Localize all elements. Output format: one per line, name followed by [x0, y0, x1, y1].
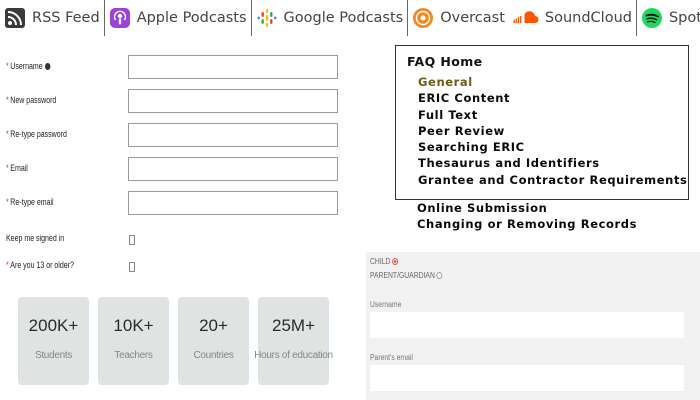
google-podcasts-label: Google Podcasts [283, 10, 404, 26]
role-option-parent[interactable]: PARENT/GUARDIAN [370, 271, 443, 280]
parent-email-label: Parent's email [370, 353, 413, 362]
age-check-label: * Are you 13 or older? [6, 260, 74, 270]
retype-password-field[interactable] [128, 123, 338, 147]
keep-signed-in-label: Keep me signed in [6, 233, 65, 243]
new-password-field[interactable] [128, 89, 338, 113]
stat-value: 200K+ [28, 315, 79, 335]
faq-item-peer-review[interactable]: Peer Review [418, 123, 688, 139]
parent-email-field[interactable] [370, 365, 684, 391]
soundcloud-link[interactable]: SoundCloud [509, 0, 636, 36]
faq-home-link[interactable]: FAQ Home [407, 54, 483, 69]
apple-podcasts-label: Apple Podcasts [136, 10, 247, 26]
radio-unselected-icon[interactable] [436, 272, 443, 280]
stat-value: 20+ [199, 315, 228, 335]
apple-podcasts-icon [109, 7, 131, 29]
child-signup-panel: CHILD PARENT/GUARDIAN Username Parent's … [366, 252, 700, 400]
role-option-child[interactable]: CHILD [370, 257, 399, 266]
soundcloud-icon [513, 7, 539, 29]
faq-item-full-text[interactable]: Full Text [418, 107, 688, 123]
retype-email-field[interactable] [128, 191, 338, 215]
rss-icon [4, 7, 26, 29]
faq-item-grantee-requirements[interactable]: Grantee and Contractor Requirements [418, 172, 688, 188]
keep-signed-in-checkbox[interactable] [129, 235, 135, 245]
new-password-label: * New password [6, 95, 57, 105]
stat-value: 25M+ [272, 315, 315, 335]
faq-item-thesaurus[interactable]: Thesaurus and Identifiers [418, 155, 688, 171]
spotify-link[interactable]: Spotify [635, 0, 700, 36]
stat-caption: Teachers [114, 349, 153, 361]
role-option-label: PARENT/GUARDIAN [370, 271, 435, 280]
child-username-field[interactable] [370, 312, 684, 338]
overcast-link[interactable]: Overcast [407, 0, 509, 36]
faq-overflow-list: Online Submission Changing or Removing R… [417, 200, 687, 233]
retype-email-label: * Re-type email [6, 197, 54, 207]
stat-caption: Countries [193, 349, 234, 361]
faq-item-general[interactable]: General [418, 74, 688, 90]
spotify-icon [641, 7, 663, 29]
faq-item-searching-eric[interactable]: Searching ERIC [418, 139, 688, 155]
help-icon[interactable] [44, 63, 51, 71]
stat-tile-hours: 25M+ Hours of education [254, 297, 333, 385]
google-podcasts-icon [256, 7, 278, 29]
soundcloud-label: SoundCloud [544, 10, 632, 26]
stat-tile-countries: 20+ Countries [178, 297, 249, 385]
faq-list: General ERIC Content Full Text Peer Revi… [418, 74, 688, 188]
spotify-label: Spotify [668, 10, 700, 26]
email-field[interactable] [128, 157, 338, 181]
stat-caption: Students [34, 349, 73, 361]
username-field[interactable] [128, 55, 338, 79]
faq-item-eric-content[interactable]: ERIC Content [418, 90, 688, 106]
faq-menu: FAQ Home General ERIC Content Full Text … [395, 45, 689, 200]
role-option-label: CHILD [370, 257, 391, 266]
email-label: * Email [6, 163, 28, 173]
rss-feed-label: RSS Feed [32, 10, 100, 26]
stat-value: 10K+ [113, 315, 154, 335]
stat-caption: Hours of education [254, 349, 333, 361]
google-podcasts-link[interactable]: Google Podcasts [250, 0, 408, 36]
radio-selected-icon[interactable] [392, 258, 399, 266]
rss-feed-link[interactable]: RSS Feed [0, 0, 104, 36]
overcast-icon [412, 7, 434, 29]
apple-podcasts-link[interactable]: Apple Podcasts [103, 0, 251, 36]
stats-tiles: 200K+ Students 10K+ Teachers 20+ Countri… [18, 297, 333, 385]
faq-item-online-submission[interactable]: Online Submission [417, 200, 687, 216]
child-username-label: Username [370, 300, 402, 309]
overcast-label: Overcast [440, 10, 505, 26]
podcast-subscribe-bar: RSS Feed Apple Podcasts Google Podcasts … [0, 0, 700, 36]
retype-password-label: * Re-type password [6, 129, 67, 139]
stat-tile-teachers: 10K+ Teachers [98, 297, 169, 385]
age-check-checkbox[interactable] [129, 262, 135, 272]
faq-item-changing-records[interactable]: Changing or Removing Records [417, 216, 687, 232]
username-label: * Username [6, 61, 51, 71]
stat-tile-students: 200K+ Students [18, 297, 89, 385]
